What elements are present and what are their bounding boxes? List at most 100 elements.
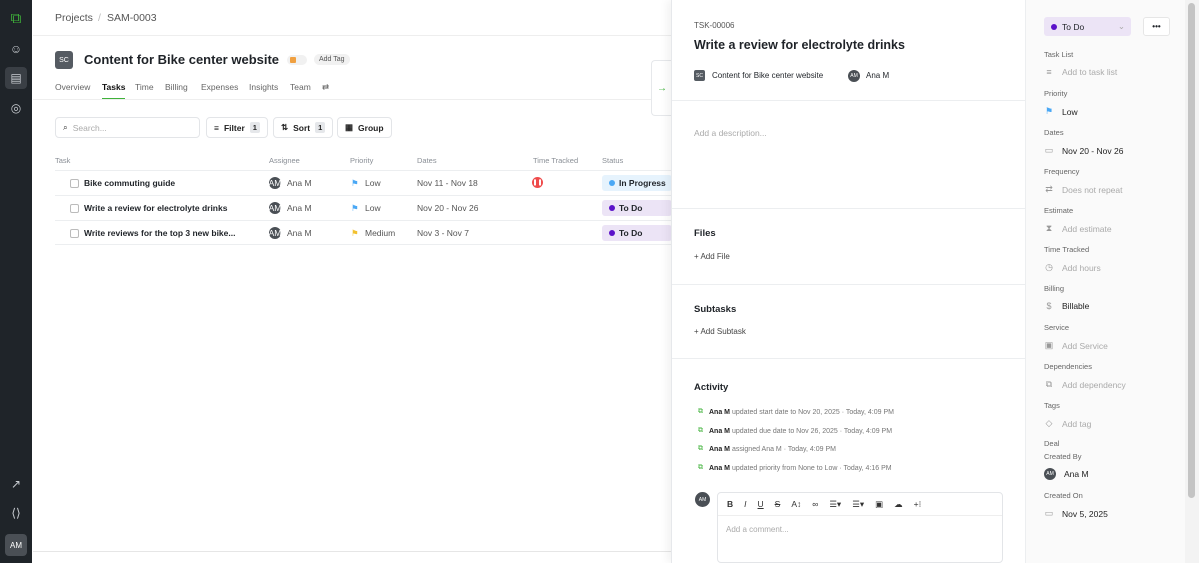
activity-item: ⧉ Ana M updated start date to Nov 20, 202… (698, 408, 894, 416)
tab-billing[interactable]: Billing (165, 82, 188, 92)
font-size-icon[interactable]: A↕ (791, 499, 801, 509)
col-time-tracked: Time Tracked (533, 156, 579, 165)
task-project-link[interactable]: Content for Bike center website (712, 71, 823, 80)
upload-icon[interactable]: ☁ (894, 499, 903, 510)
col-task[interactable]: Task (55, 156, 70, 165)
project-avatar: SC (55, 51, 73, 69)
col-status[interactable]: Status (602, 156, 623, 165)
strikethrough-icon[interactable]: S (775, 499, 781, 509)
tab-team[interactable]: Team (290, 82, 311, 92)
dependency-icon: ⧉ (1045, 379, 1053, 389)
task-checkbox[interactable] (70, 179, 79, 188)
service-field[interactable]: ▣ Add Service (1044, 340, 1108, 351)
italic-icon[interactable]: I (744, 499, 746, 509)
bold-icon[interactable]: B (727, 499, 733, 509)
user-avatar[interactable]: AM (5, 534, 27, 556)
task-list-field[interactable]: ≡ Add to task list (1044, 67, 1117, 77)
filter-icon: ≡ (214, 122, 219, 133)
numbered-list-icon[interactable]: ☰▾ (829, 499, 841, 510)
table-row[interactable]: Write reviews for the top 3 new bike... … (55, 220, 672, 245)
scrollbar[interactable] (1185, 0, 1199, 563)
project-title: Content for Bike center website (84, 52, 280, 67)
scrollbar-thumb[interactable] (1188, 3, 1195, 498)
priority: Low (365, 203, 381, 213)
files-heading: Files (694, 228, 716, 239)
avatar: AM (268, 177, 282, 189)
billing-field[interactable]: $ Billable (1044, 301, 1089, 311)
reports-icon[interactable]: ↗ (5, 473, 27, 495)
tags-field[interactable]: ◇ Add tag (1044, 418, 1092, 429)
divider (33, 35, 671, 36)
comment-editor[interactable]: B I U S A↕ ∞ ☰▾ ☰▾ ▣ ☁ +⁝ Add a comment... (717, 492, 1003, 563)
code-icon[interactable]: ⟨⟩ (5, 502, 27, 524)
task-title[interactable]: Write a review for electrolyte drinks (694, 38, 905, 52)
comment-avatar: AM (695, 492, 710, 507)
task-name[interactable]: Bike commuting guide (84, 178, 175, 188)
status-dropdown[interactable]: To Do ⌄ (1044, 17, 1131, 36)
task-name[interactable]: Write reviews for the top 3 new bike... (84, 228, 235, 238)
more-insert-icon[interactable]: +⁝ (914, 499, 922, 510)
table-row[interactable]: Bike commuting guide AM Ana M ⚑ Low Nov … (55, 170, 672, 195)
sort-button[interactable]: ⇅ Sort 1 (273, 117, 334, 138)
estimate-field[interactable]: ⧗ Add estimate (1044, 223, 1112, 234)
task-checkbox[interactable] (70, 204, 79, 213)
link-icon[interactable]: ∞ (812, 499, 818, 509)
col-assignee[interactable]: Assignee (269, 156, 300, 165)
add-file-button[interactable]: + Add File (694, 252, 730, 261)
time-tracked-field[interactable]: ◷ Add hours (1044, 262, 1101, 273)
logo-icon[interactable]: ⧉ (5, 7, 27, 29)
task-assignee[interactable]: Ana M (866, 71, 889, 80)
contacts-icon[interactable]: ☺ (5, 38, 27, 60)
tab-overview[interactable]: Overview (55, 82, 90, 92)
finance-icon[interactable]: ◎ (5, 97, 27, 119)
more-options-button[interactable]: ••• (1143, 17, 1170, 36)
list-icon: ≡ (1046, 67, 1052, 77)
project-avatar: SC (694, 70, 705, 81)
sidebar: ⧉ ☺ ▤ ◎ ↗ ⟨⟩ AM (0, 0, 32, 563)
activity-icon: ⧉ (698, 427, 703, 434)
color-picker[interactable] (287, 55, 307, 65)
breadcrumb-separator: / (98, 12, 101, 24)
tabs-settings-icon[interactable]: ⇄ (322, 82, 329, 93)
close-drawer-arrow-icon[interactable]: → (651, 60, 672, 116)
status-badge[interactable]: To Do (602, 225, 672, 241)
comment-input[interactable]: Add a comment... (726, 525, 789, 534)
tab-time[interactable]: Time (135, 82, 154, 92)
task-name[interactable]: Write a review for electrolyte drinks (84, 203, 227, 213)
activity-item: ⧉ Ana M assigned Ana M · Today, 4:09 PM (698, 445, 836, 453)
col-priority[interactable]: Priority (350, 156, 373, 165)
status-badge[interactable]: In Progress (602, 175, 672, 191)
dates-field[interactable]: ▭ Nov 20 - Nov 26 (1044, 145, 1124, 156)
dependencies-field[interactable]: ⧉ Add dependency (1044, 379, 1126, 390)
frequency-field[interactable]: ⇄ Does not repeat (1044, 184, 1122, 195)
tab-expenses[interactable]: Expenses (201, 82, 238, 92)
add-tag-button[interactable]: Add Tag (314, 54, 350, 65)
repeat-icon: ⇄ (1045, 184, 1053, 194)
pause-timer-icon[interactable]: ❚❚ (532, 177, 543, 188)
tags-label: Tags (1044, 401, 1060, 410)
created-by-label: Created By (1044, 452, 1082, 461)
priority-field[interactable]: ⚑ Low (1044, 106, 1078, 117)
search-input[interactable]: ⌕ Search... (55, 117, 200, 138)
breadcrumb-projects[interactable]: Projects (55, 12, 93, 24)
bullet-list-icon[interactable]: ☰▾ (852, 499, 864, 510)
tab-insights[interactable]: Insights (249, 82, 278, 92)
add-subtask-button[interactable]: + Add Subtask (694, 327, 746, 336)
tab-tasks[interactable]: Tasks (102, 82, 126, 100)
task-checkbox[interactable] (70, 229, 79, 238)
image-icon[interactable]: ▣ (875, 499, 883, 510)
group-button[interactable]: ▦ Group (337, 117, 392, 138)
status-badge[interactable]: To Do (602, 200, 672, 216)
underline-icon[interactable]: U (758, 499, 764, 509)
priority: Medium (365, 228, 396, 238)
avatar: AM (848, 70, 860, 82)
activity-icon: ⧉ (698, 464, 703, 471)
table-row[interactable]: Write a review for electrolyte drinks AM… (55, 195, 672, 220)
description-input[interactable]: Add a description... (694, 128, 767, 138)
col-dates[interactable]: Dates (417, 156, 437, 165)
assignee: Ana M (287, 178, 312, 188)
filter-button[interactable]: ≡ Filter 1 (206, 117, 268, 138)
flag-icon: ⚑ (351, 203, 359, 213)
projects-icon[interactable]: ▤ (5, 67, 27, 89)
priority: Low (365, 178, 381, 188)
